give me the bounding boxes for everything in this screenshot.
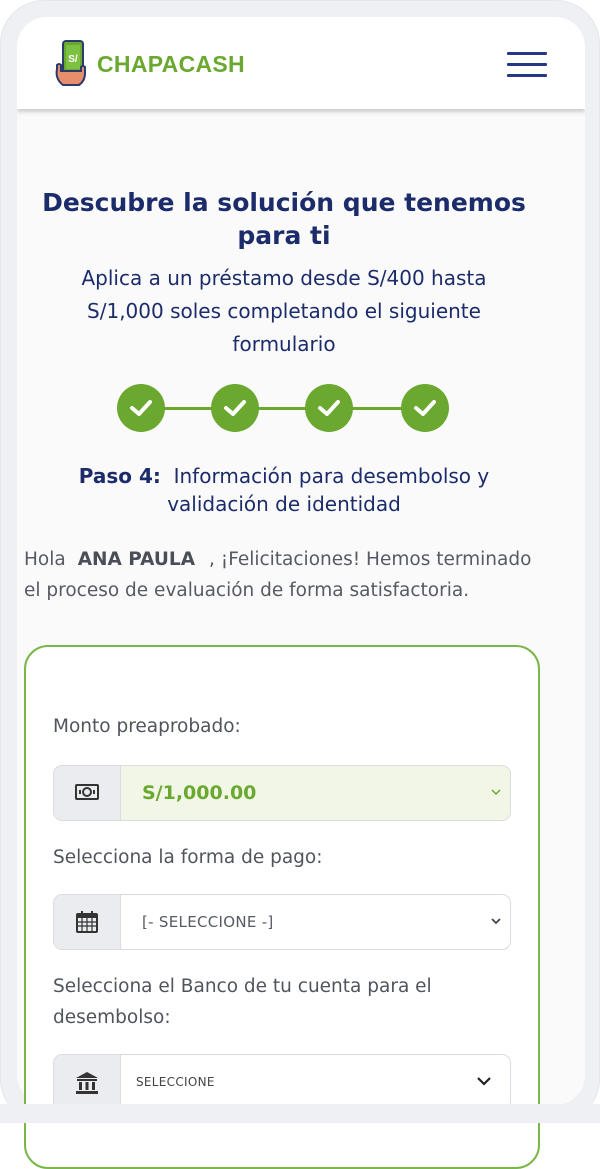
bank-icon (76, 1072, 98, 1094)
payment-addon (54, 895, 121, 949)
step-2-complete (211, 384, 259, 432)
brand-logo[interactable]: S/ CHAPACASH (53, 39, 245, 89)
menu-bar-bottom (507, 74, 547, 77)
phone-hand-logo-icon: S/ (55, 40, 86, 86)
progress-stepper (117, 384, 449, 432)
step-3-complete (305, 384, 353, 432)
check-icon (224, 400, 246, 416)
greeting-hello: Hola (24, 549, 66, 570)
top-navbar: S/ CHAPACASH (17, 17, 585, 109)
payment-value: [- SELECCIONE -] (142, 913, 274, 931)
logo-wordmark: CHAPACASH (97, 51, 245, 78)
amount-addon (54, 766, 121, 820)
amount-label: Monto preaprobado: (53, 716, 241, 737)
check-icon (414, 400, 436, 416)
bank-value: SELECCIONE (136, 1075, 215, 1089)
payment-label: Selecciona la forma de pago: (53, 847, 323, 868)
check-icon (318, 400, 340, 416)
calendar-icon (76, 911, 98, 933)
step-1-complete (117, 384, 165, 432)
menu-bar-top (507, 52, 547, 55)
payment-method-select[interactable]: [- SELECCIONE -] (53, 894, 511, 950)
money-bill-icon (75, 784, 99, 800)
page-title: Descubre la solución que tenemos para ti (42, 188, 526, 250)
greeting-message: Hola ANA PAULA, ¡Felicitaciones! Hemos te… (24, 544, 544, 606)
page-subtitle: Aplica a un préstamo desde S/400 hasta S… (81, 266, 487, 356)
check-icon (130, 400, 152, 416)
chevron-down-icon (477, 1077, 491, 1086)
step-4-complete (401, 384, 449, 432)
menu-bar-middle (507, 63, 547, 66)
hamburger-menu-icon[interactable] (507, 52, 547, 78)
step-title: Paso 4: Información para desembolso y va… (40, 462, 528, 518)
customer-name: ANA PAULA (77, 549, 196, 570)
device-bottom-bezel (0, 1104, 600, 1123)
logo-badge-text: S/ (68, 54, 78, 65)
step-number: Paso 4: (78, 464, 161, 488)
logo-text-cash: CASH (178, 50, 245, 77)
chevron-down-icon (491, 918, 501, 925)
amount-value: S/1,000.00 (142, 782, 257, 804)
chevron-down-icon (491, 789, 501, 796)
step-description: Información para desembolso y validación… (167, 464, 490, 516)
logo-text-chapa: CHAPA (97, 50, 179, 77)
bank-select[interactable]: SELECCIONE (53, 1054, 511, 1110)
amount-select[interactable]: S/1,000.00 (53, 765, 511, 821)
bank-label: Selecciona el Banco de tu cuenta para el… (53, 976, 432, 1028)
bank-addon (54, 1055, 121, 1109)
